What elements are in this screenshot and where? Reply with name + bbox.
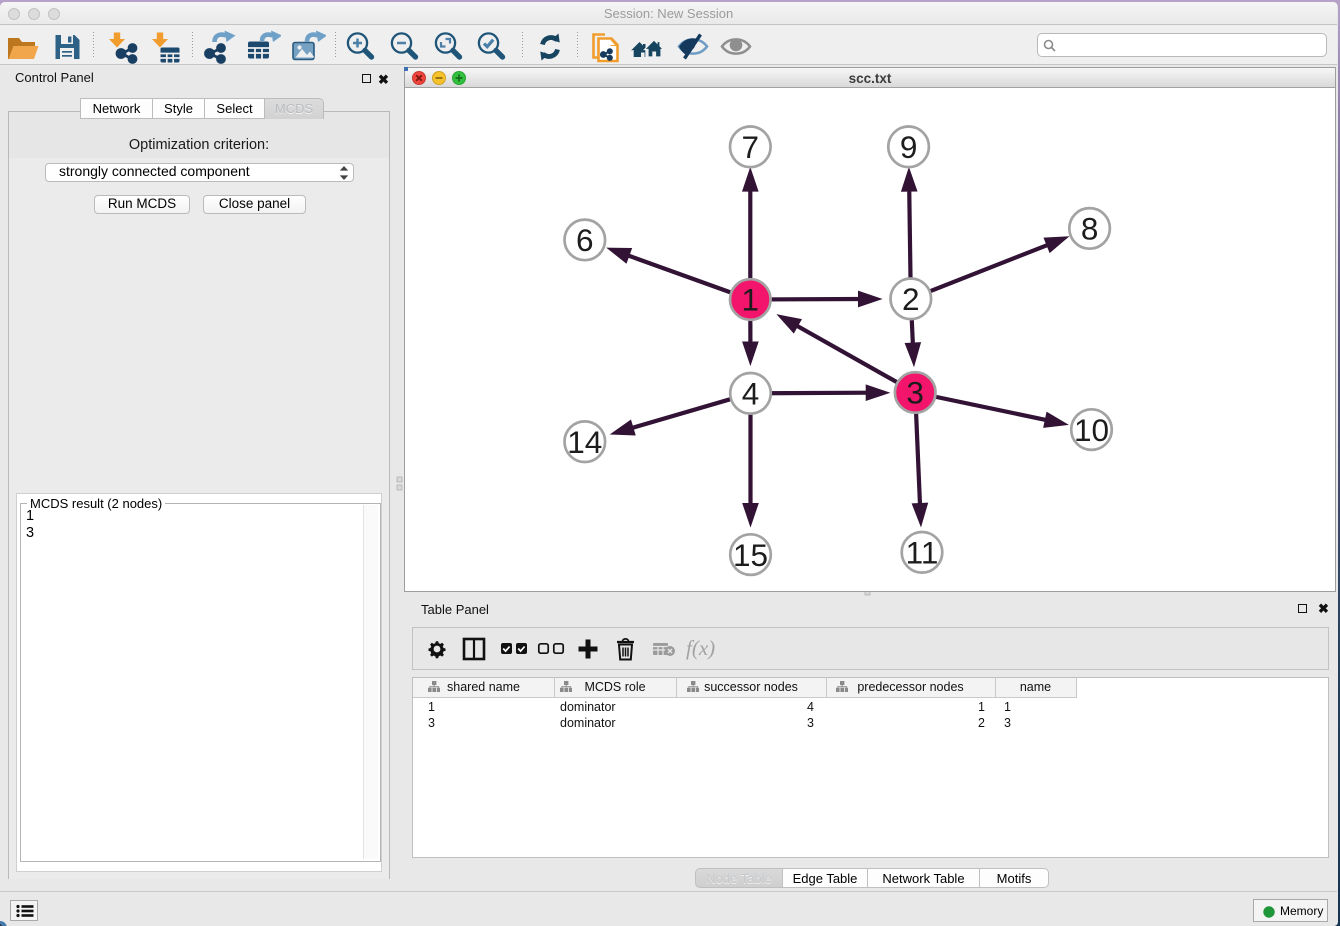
svg-text:10: 10 bbox=[1074, 412, 1109, 448]
svg-text:3: 3 bbox=[906, 375, 924, 411]
svg-text:4: 4 bbox=[742, 376, 760, 412]
svg-text:14: 14 bbox=[567, 424, 602, 460]
svg-text:11: 11 bbox=[906, 535, 939, 571]
svg-text:15: 15 bbox=[733, 537, 768, 573]
svg-text:9: 9 bbox=[900, 129, 918, 165]
svg-text:1: 1 bbox=[742, 282, 760, 318]
svg-text:6: 6 bbox=[576, 222, 594, 258]
svg-text:2: 2 bbox=[902, 281, 920, 317]
svg-text:8: 8 bbox=[1081, 211, 1099, 247]
svg-text:7: 7 bbox=[742, 129, 760, 165]
